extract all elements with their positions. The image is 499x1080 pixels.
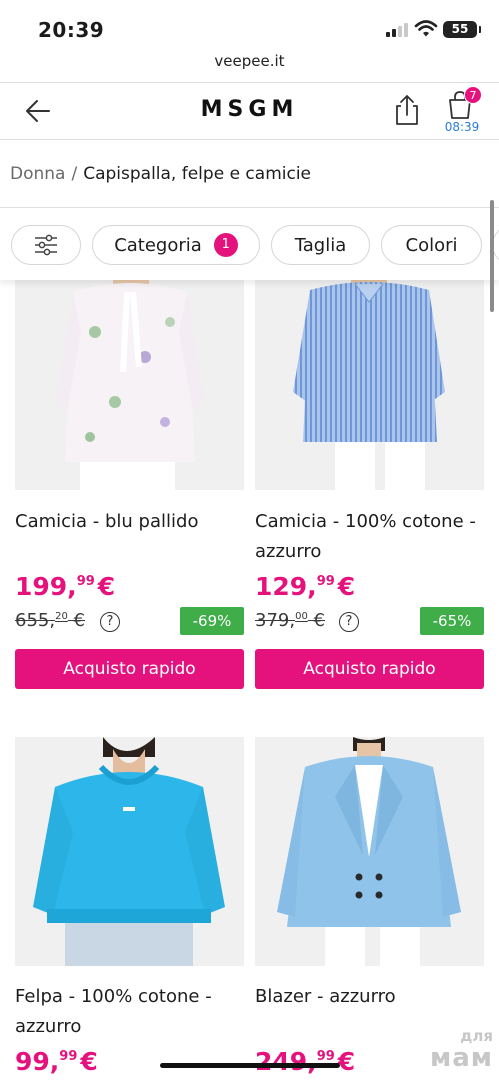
price-currency: € (97, 572, 116, 601)
status-time: 20:39 (38, 18, 105, 42)
scrollbar[interactable] (490, 200, 494, 312)
product-image[interactable] (255, 262, 484, 490)
product-image[interactable] (15, 737, 244, 966)
product-name[interactable]: Felpa - 100% cotone - azzurro (15, 982, 250, 1042)
product-price: 249,99 € (255, 1047, 355, 1076)
discount-badge: -65% (420, 607, 484, 635)
price-integer: 199, (15, 572, 77, 601)
share-icon[interactable] (392, 93, 422, 127)
battery-icon: 55 (443, 21, 481, 38)
status-bar: 20:39 55 (0, 0, 499, 50)
filter-categoria[interactable]: Categoria 1 (92, 225, 260, 265)
filter-taglia-label: Taglia (294, 234, 347, 256)
old-price-currency: € (313, 610, 325, 631)
original-price: 655,20 € (15, 610, 85, 631)
price-currency: € (337, 1047, 356, 1076)
price-decimals: 99 (316, 574, 335, 589)
sliders-icon (35, 234, 57, 256)
product-price: 199,99 € (15, 572, 115, 601)
hoodie-photo (33, 737, 225, 966)
price-currency: € (80, 1047, 98, 1076)
original-price: 379,00 € (255, 610, 325, 631)
filter-categoria-count: 1 (213, 233, 238, 257)
price-integer: 249, (255, 1047, 317, 1076)
filter-bar: Categoria 1 Taglia Colori (0, 210, 499, 280)
product-card[interactable]: Camicia - blu pallido 199,99 € 655,20 € ?… (15, 262, 244, 692)
filter-colori[interactable]: Colori (381, 225, 482, 265)
browser-url[interactable]: veepee.it (0, 52, 499, 70)
product-name[interactable]: Camicia - 100% cotone - azzurro (255, 507, 490, 567)
home-indicator[interactable] (160, 1063, 340, 1068)
blazer-photo (277, 737, 461, 966)
price-integer: 129, (255, 572, 317, 601)
breadcrumb-home[interactable]: Donna (10, 164, 65, 184)
quick-buy-button[interactable]: Acquisto rapido (15, 649, 244, 689)
breadcrumb-separator: / (71, 164, 78, 184)
product-name[interactable]: Blazer - azzurro (255, 982, 490, 1012)
price-decimals: 99 (76, 574, 95, 589)
old-price-integer: 379, (255, 610, 296, 631)
watermark-line2: мам (429, 1043, 493, 1073)
filter-settings-button[interactable] (11, 225, 81, 265)
product-price: 129,99 € (255, 572, 355, 601)
brand-logo: MSGM (200, 97, 299, 122)
back-arrow-icon[interactable] (22, 97, 54, 125)
product-price: 99,99 € (15, 1047, 98, 1076)
filter-taglia[interactable]: Taglia (271, 225, 370, 265)
price-help-icon[interactable]: ? (100, 612, 120, 632)
cart-timer: 08:39 (444, 120, 480, 134)
battery-level: 55 (451, 22, 469, 36)
cart-button[interactable]: 7 08:39 (440, 86, 484, 137)
filter-categoria-label: Categoria (114, 234, 202, 256)
breadcrumb-current: Capispalla, felpe e camicie (83, 164, 312, 184)
divider (0, 207, 499, 208)
price-currency: € (337, 572, 356, 601)
shirt-photo (293, 262, 445, 490)
watermark: для мам (413, 1025, 493, 1073)
price-help-icon[interactable]: ? (339, 612, 359, 632)
app-header: MSGM 7 08:39 (0, 83, 499, 139)
old-price-currency: € (73, 610, 85, 631)
filter-colori-label: Colori (405, 234, 458, 256)
cart-count-badge: 7 (464, 86, 482, 104)
product-card[interactable]: Felpa - 100% cotone - azzurro 99,99 € (15, 737, 244, 1080)
old-price-decimals: 20 (55, 611, 68, 622)
breadcrumb: Donna / Capispalla, felpe e camicie (10, 164, 311, 184)
old-price-integer: 655, (15, 610, 56, 631)
price-integer: 99, (15, 1047, 60, 1076)
product-image[interactable] (255, 737, 484, 966)
product-image[interactable] (15, 262, 244, 490)
wifi-icon (414, 20, 438, 37)
product-card[interactable]: Camicia - 100% cotone - azzurro 129,99 € … (255, 262, 484, 692)
price-decimals: 99 (59, 1049, 78, 1064)
signal-icon (386, 23, 410, 37)
discount-badge: -69% (180, 607, 244, 635)
old-price-decimals: 00 (295, 611, 308, 622)
divider (0, 139, 499, 140)
blouse-photo (55, 262, 205, 490)
price-decimals: 99 (316, 1049, 335, 1064)
quick-buy-button[interactable]: Acquisto rapido (255, 649, 484, 689)
product-name[interactable]: Camicia - blu pallido (15, 507, 250, 537)
